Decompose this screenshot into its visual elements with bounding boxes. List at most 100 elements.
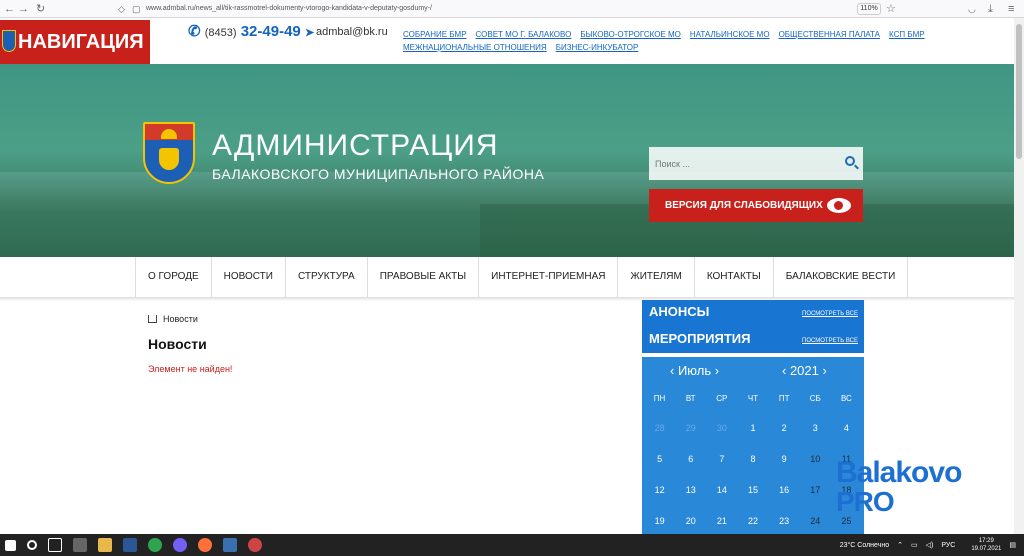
- app-icon[interactable]: [223, 538, 237, 552]
- link-bykovo[interactable]: БЫКОВО-ОТРОГСКОЕ МО: [580, 30, 681, 39]
- windows-start-icon[interactable]: [5, 539, 16, 551]
- calendar-day[interactable]: 17: [800, 475, 831, 506]
- address-bar[interactable]: www.admbal.ru/news_all/tik-rassmotrel-do…: [146, 5, 432, 12]
- link-sovet[interactable]: СОВЕТ МО Г. БАЛАКОВО: [476, 30, 572, 39]
- menu-item-legal[interactable]: ПРАВОВЫЕ АКТЫ: [366, 257, 478, 297]
- calendar-day[interactable]: 12: [644, 475, 675, 506]
- top-links: СОБРАНИЕ БМР СОВЕТ МО Г. БАЛАКОВО БЫКОВО-О…: [403, 28, 925, 54]
- file-explorer-icon[interactable]: [98, 538, 112, 552]
- home-icon[interactable]: [148, 315, 157, 323]
- events-see-all-link[interactable]: ПОСМОТРЕТЬ ВСЕ: [802, 338, 858, 344]
- network-icon[interactable]: ▭: [911, 541, 918, 549]
- bookmark-star-icon[interactable]: ☆: [886, 2, 896, 16]
- menu-item-contacts[interactable]: КОНТАКТЫ: [693, 257, 773, 297]
- anons-see-all-link[interactable]: ПОСМОТРЕТЬ ВСЕ: [802, 311, 858, 317]
- calendar-day[interactable]: 1: [737, 413, 768, 444]
- calculator-icon[interactable]: [73, 538, 87, 552]
- coat-of-arms-logo[interactable]: [143, 122, 195, 184]
- scrollbar-thumb[interactable]: [1016, 24, 1022, 159]
- anons-title[interactable]: АНОНСЫ: [649, 304, 709, 319]
- viber-icon[interactable]: [173, 538, 187, 552]
- weekday-label: ЧТ: [747, 394, 759, 403]
- firefox-icon[interactable]: [198, 538, 212, 552]
- back-icon[interactable]: ←: [4, 2, 15, 16]
- clock[interactable]: 17:29 19.07.2021: [963, 537, 1001, 553]
- clock-time: 17:29: [978, 538, 994, 544]
- calendar-day[interactable]: 24: [800, 506, 831, 534]
- volume-icon[interactable]: ◁): [926, 541, 934, 549]
- site-title: АДМИНИСТРАЦИЯ: [212, 129, 499, 162]
- calendar-day[interactable]: 2: [769, 413, 800, 444]
- link-biznes[interactable]: БИЗНЕС-ИНКУБАТОР: [556, 43, 639, 52]
- calendar-day[interactable]: 6: [675, 444, 706, 475]
- notification-icon[interactable]: ▤: [1009, 541, 1016, 549]
- calendar-year-selector[interactable]: ‹ 2021 ›: [782, 363, 827, 378]
- link-natalino[interactable]: НАТАЛЬИНСКОЕ МО: [690, 30, 770, 39]
- accessibility-button[interactable]: ВЕРСИЯ ДЛЯ СЛАБОВИДЯЩИХ: [649, 189, 863, 222]
- pocket-icon[interactable]: ◡: [968, 2, 976, 16]
- weekday-label: СБ: [809, 394, 821, 403]
- calendar-day[interactable]: 28: [644, 413, 675, 444]
- calendar-day[interactable]: 16: [769, 475, 800, 506]
- calendar-day[interactable]: 14: [706, 475, 737, 506]
- calendar-day[interactable]: 13: [675, 475, 706, 506]
- calendar-day[interactable]: 22: [737, 506, 768, 534]
- phone[interactable]: ✆ (8453) 32-49-49 ➤: [188, 22, 314, 40]
- calendar-day[interactable]: 19: [644, 506, 675, 534]
- calendar-day[interactable]: 7: [706, 444, 737, 475]
- link-palata[interactable]: ОБЩЕСТВЕННАЯ ПАЛАТА: [779, 30, 880, 39]
- weekday-label: ВТ: [685, 394, 696, 403]
- navigation-button[interactable]: НАВИГАЦИЯ: [0, 20, 150, 64]
- send-icon: ➤: [304, 27, 315, 39]
- calendar-day[interactable]: 5: [644, 444, 675, 475]
- calendar-day[interactable]: 3: [800, 413, 831, 444]
- language-indicator[interactable]: РУС: [941, 542, 955, 549]
- search-icon[interactable]: [845, 156, 855, 166]
- menu-item-structure[interactable]: СТРУКТУРА: [284, 257, 367, 297]
- weekday-label: ВС: [840, 394, 852, 403]
- shield-icon[interactable]: ◇: [118, 2, 125, 16]
- reload-icon[interactable]: ↻: [36, 2, 45, 16]
- opera-icon[interactable]: [248, 538, 262, 552]
- link-sobranie[interactable]: СОБРАНИЕ БМР: [403, 30, 467, 39]
- crest-icon: [2, 30, 16, 52]
- search-taskbar-icon[interactable]: [27, 540, 37, 550]
- calendar-month-selector[interactable]: ‹ Июль ›: [670, 363, 719, 378]
- menu-item-residents[interactable]: ЖИТЕЛЯМ: [617, 257, 693, 297]
- navigation-label: НАВИГАЦИЯ: [18, 31, 144, 53]
- phone-icon: ✆: [188, 23, 201, 40]
- phone-number: 32-49-49: [240, 23, 301, 40]
- menu-item-reception[interactable]: ИНТЕРНЕТ-ПРИЕМНАЯ: [478, 257, 617, 297]
- calendar-day[interactable]: 10: [800, 444, 831, 475]
- weekday-label: ПН: [653, 394, 666, 403]
- tray-arrow-icon[interactable]: ⌃: [897, 541, 903, 549]
- weather-widget[interactable]: 23°C Солнечно: [840, 542, 889, 549]
- download-icon[interactable]: ⤓: [988, 2, 993, 16]
- search-box: [649, 147, 863, 180]
- eye-icon: [827, 198, 851, 213]
- task-view-icon[interactable]: [48, 538, 62, 552]
- whatsapp-icon[interactable]: [148, 538, 162, 552]
- menu-item-news[interactable]: НОВОСТИ: [210, 257, 285, 297]
- menu-item-about[interactable]: О ГОРОДЕ: [135, 257, 211, 297]
- menu-icon[interactable]: ≡: [1008, 2, 1014, 16]
- calendar-day[interactable]: 29: [675, 413, 706, 444]
- error-message: Элемент не найден!: [148, 364, 233, 374]
- calendar-day[interactable]: 9: [769, 444, 800, 475]
- link-mezhnats[interactable]: МЕЖНАЦИОНАЛЬНЫЕ ОТНОШЕНИЯ: [403, 43, 547, 52]
- calendar-day[interactable]: 21: [706, 506, 737, 534]
- email-link[interactable]: admbal@bk.ru: [316, 26, 388, 38]
- zoom-indicator[interactable]: 110%: [857, 3, 881, 15]
- calendar-day[interactable]: 23: [769, 506, 800, 534]
- search-input[interactable]: [649, 147, 839, 180]
- menu-item-vesti[interactable]: БАЛАКОВСКИЕ ВЕСТИ: [772, 257, 909, 297]
- forward-icon[interactable]: →: [18, 2, 29, 16]
- word-icon[interactable]: [123, 538, 137, 552]
- calendar-day[interactable]: 30: [706, 413, 737, 444]
- calendar-day[interactable]: 8: [737, 444, 768, 475]
- calendar-day[interactable]: 20: [675, 506, 706, 534]
- calendar-day[interactable]: 15: [737, 475, 768, 506]
- calendar-day[interactable]: 4: [831, 413, 862, 444]
- link-ksp[interactable]: КСП БМР: [889, 30, 925, 39]
- events-title[interactable]: МЕРОПРИЯТИЯ: [649, 331, 750, 346]
